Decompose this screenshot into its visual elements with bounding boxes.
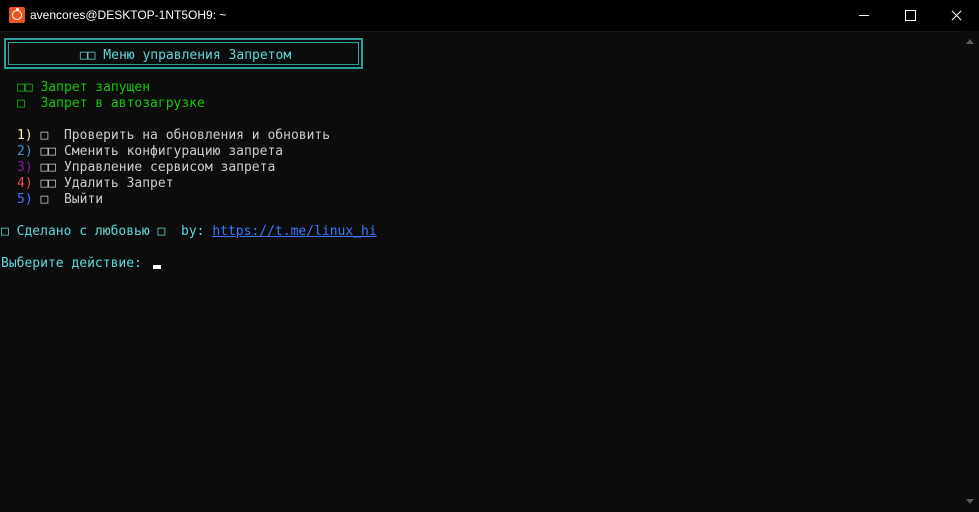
menu-item-number: 2): [17, 144, 33, 159]
menu-item-number: 5): [17, 192, 33, 207]
menu-item-4: 4) □□ Удалить Запрет: [17, 176, 174, 192]
menu-item-number: 4): [17, 176, 33, 191]
minimize-button[interactable]: [841, 0, 887, 31]
delete-icon: □□: [32, 176, 64, 191]
service-icon: □□: [32, 160, 64, 175]
menu-item-number: 1): [17, 128, 33, 143]
terminal-area[interactable]: □□ Меню управления Запретом □□ Запрет за…: [0, 31, 962, 512]
window-title: avencores@DESKTOP-1NT5OH9: ~: [30, 8, 227, 22]
menu-item-label: Выйти: [63, 192, 104, 207]
menu-item-1: 1) □ Проверить на обновления и обновить: [17, 128, 330, 144]
title-bar[interactable]: avencores@DESKTOP-1NT5OH9: ~: [0, 0, 979, 32]
maximize-button[interactable]: [887, 0, 933, 31]
credits-line: □ Сделано с любовью □ by: https://t.me/l…: [1, 224, 377, 240]
scroll-up-icon[interactable]: [966, 39, 974, 44]
text-cursor: [153, 265, 161, 269]
menu-item-label: Удалить Запрет: [63, 176, 174, 191]
credits-text: □ Сделано с любовью □ by:: [1, 224, 213, 239]
status-running: □□ Запрет запущен: [17, 80, 151, 95]
exit-icon: □: [32, 192, 64, 207]
menu-title: □□ Меню управления Запретом: [79, 48, 292, 63]
scrollbar[interactable]: [962, 31, 979, 512]
close-button[interactable]: [933, 0, 979, 31]
config-icon: □□: [32, 144, 64, 159]
status-autostart: □ Запрет в автозагрузке: [17, 96, 205, 111]
telegram-link[interactable]: https://t.me/linux_hi: [212, 224, 376, 239]
menu-header-box: □□ Меню управления Запретом: [4, 38, 363, 69]
menu-item-3: 3) □□ Управление сервисом запрета: [17, 160, 275, 176]
menu-item-number: 3): [17, 160, 33, 175]
menu-item-label: Сменить конфигурацию запрета: [63, 144, 284, 159]
menu-item-label: Проверить на обновления и обновить: [63, 128, 331, 143]
menu-item-5: 5) □ Выйти: [17, 192, 103, 208]
scroll-down-icon[interactable]: [966, 499, 974, 504]
menu-item-label: Управление сервисом запрета: [63, 160, 276, 175]
update-icon: □: [32, 128, 64, 143]
action-prompt: Выберите действие:: [1, 256, 150, 271]
menu-item-2: 2) □□ Сменить конфигурацию запрета: [17, 144, 283, 160]
ubuntu-icon: [9, 7, 25, 23]
